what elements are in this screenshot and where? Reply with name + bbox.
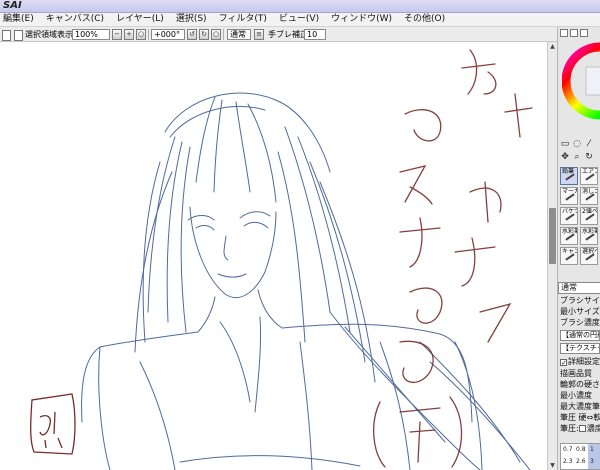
signature-stamp [30, 393, 76, 455]
blend-mode-select[interactable]: 通常 [227, 29, 251, 40]
brush-tool-label: 選択ペン [582, 248, 597, 255]
brush-tool-label: キャンバス [562, 248, 577, 255]
stabilizer-label: 手ブレ補正 [268, 30, 308, 39]
menu-selection[interactable]: 選択(S) [173, 13, 216, 26]
brush-tool-7[interactable]: 水彩筆2 [580, 227, 598, 245]
drawing-canvas[interactable] [0, 42, 547, 470]
max-density-pressure-label: 最大濃度筆圧 [560, 402, 600, 411]
zoom-in-button[interactable]: + [124, 29, 134, 40]
zoom-reset-button[interactable]: ○ [136, 29, 146, 40]
zoom-icon[interactable]: ⌕ [572, 152, 582, 162]
flip-view-button[interactable]: ≡ [254, 29, 264, 40]
brush-tool-label: 2値ペン [582, 208, 598, 215]
brush-tool-label: バケツ [562, 208, 577, 215]
menu-filter[interactable]: フィルタ(T) [216, 13, 276, 26]
scroll-thumb[interactable] [549, 208, 556, 264]
brush-tool-3[interactable]: 消しゴム [580, 187, 598, 205]
character-sketch [81, 92, 531, 470]
rect-select-icon[interactable]: ▭ [560, 139, 570, 149]
menu-canvas[interactable]: キャンバス(C) [43, 13, 113, 26]
brush-tool-label: 水彩筆2 [582, 228, 597, 235]
brush-size-label: ブラシサイズ [560, 296, 600, 305]
size-preset[interactable]: 0.8 [576, 446, 586, 453]
brush-tool-9[interactable]: 選択ペン [580, 247, 598, 265]
lasso-icon[interactable]: ◌ [572, 139, 582, 149]
toolbar-divider [223, 29, 224, 40]
brush-texture-select[interactable]: 【テクスチャなし】 [560, 343, 600, 354]
pressure-softness-label: 筆圧 硬⇔軟 [560, 413, 600, 422]
rotate-left-button[interactable]: ↺ [187, 29, 197, 40]
brush-blend-mode-select[interactable]: 通常 [558, 282, 600, 294]
color-wheel[interactable] [562, 41, 600, 121]
stabilizer-select[interactable]: 10 [304, 29, 326, 40]
detail-settings-toggle[interactable]: 詳細設定 [560, 357, 600, 367]
size-preset[interactable]: 3 [590, 458, 594, 465]
scroll-down-arrow[interactable]: ▼ [548, 461, 557, 470]
scroll-up-arrow[interactable]: ▲ [548, 42, 557, 51]
menu-edit[interactable]: 編集(E) [0, 13, 43, 26]
view-toolbar: 選択領域表示 100% − + ○ +000° ↺ ↻ ○ 通常 ≡ 手ブレ補正… [0, 27, 600, 42]
min-density-label: 最小濃度 [560, 391, 592, 400]
zoom-field[interactable]: 100% [72, 29, 110, 40]
toolbar-divider [148, 29, 149, 40]
move-icon[interactable]: ✥ [560, 152, 570, 162]
edge-hardness-label: 輪郭の硬さ [560, 380, 600, 389]
rotate-reset-button[interactable]: ○ [211, 29, 221, 40]
brush-tool-label: 消しゴム [582, 188, 597, 195]
detail-settings-checkbox[interactable] [560, 359, 567, 366]
menu-bar: 編集(E) キャンバス(C) レイヤー(L) 選択(S) フィルタ(T) ビュー… [0, 13, 600, 27]
size-preset[interactable]: 2.6 [576, 458, 586, 465]
selection-display-label: 選択領域表示 [25, 30, 73, 39]
zoom-out-button[interactable]: − [112, 29, 122, 40]
rgb-slider-tab-icon[interactable] [570, 29, 578, 37]
pressure-options: 筆圧:濃度 [560, 424, 600, 433]
handwritten-note [373, 49, 533, 468]
title-bar: SAI [0, 0, 600, 13]
rotate-right-button[interactable]: ↻ [199, 29, 209, 40]
menu-other[interactable]: その他(O) [401, 13, 454, 26]
brush-density-label: ブラシ濃度 [560, 318, 600, 327]
brush-tool-1[interactable]: エアブラシ [580, 167, 598, 185]
color-wheel-tab-icon[interactable] [560, 29, 568, 37]
pressure-density-checkbox[interactable] [578, 425, 586, 432]
sketch-artwork [30, 49, 533, 470]
brush-shape-select[interactable]: 【通常の円形】 [560, 330, 600, 341]
brush-tool-5[interactable]: 2値ペン [580, 207, 598, 225]
canvas-vertical-scrollbar[interactable]: ▲ ▼ [547, 42, 557, 470]
brush-tool-label: エアブラシ [582, 168, 597, 175]
brush-tool-2[interactable]: マーカー [560, 187, 578, 205]
menu-layer[interactable]: レイヤー(L) [113, 13, 173, 26]
menu-view[interactable]: ビュー(V) [276, 13, 328, 26]
brush-tool-0[interactable]: 鉛筆 [560, 167, 578, 185]
quality-label: 描画品質 [560, 369, 592, 378]
brush-tool-label: マーカー [562, 188, 577, 195]
brush-tool-label: 水彩筆 [562, 228, 577, 235]
brush-size-presets[interactable]: 0.7 0.8 1 2.3 2.6 3 [560, 443, 600, 470]
selection-display-checkbox[interactable] [14, 30, 23, 41]
min-size-label: 最小サイズ [560, 307, 600, 316]
view-toggle-checkbox[interactable] [2, 30, 11, 41]
magic-wand-icon[interactable]: ⁄ [584, 139, 594, 149]
app-logo: SAI [3, 0, 22, 11]
size-preset[interactable]: 1 [590, 446, 594, 453]
size-preset[interactable]: 2.3 [563, 458, 573, 465]
hsv-slider-tab-icon[interactable] [580, 29, 588, 37]
rotate-icon[interactable]: ↻ [584, 152, 594, 162]
brush-tool-6[interactable]: 水彩筆 [560, 227, 578, 245]
brush-tool-4[interactable]: バケツ [560, 207, 578, 225]
tool-panel: ▭ ◌ ⁄ ✥ ⌕ ↻ 鉛筆エアブラシマーカー消しゴムバケツ 2値ペン水彩筆水彩筆… [557, 27, 600, 470]
rotation-field[interactable]: +000° [151, 29, 185, 40]
size-preset[interactable]: 0.7 [563, 446, 573, 453]
menu-window[interactable]: ウィンドウ(W) [328, 13, 401, 26]
brush-tool-8[interactable]: キャンバス [560, 247, 578, 265]
